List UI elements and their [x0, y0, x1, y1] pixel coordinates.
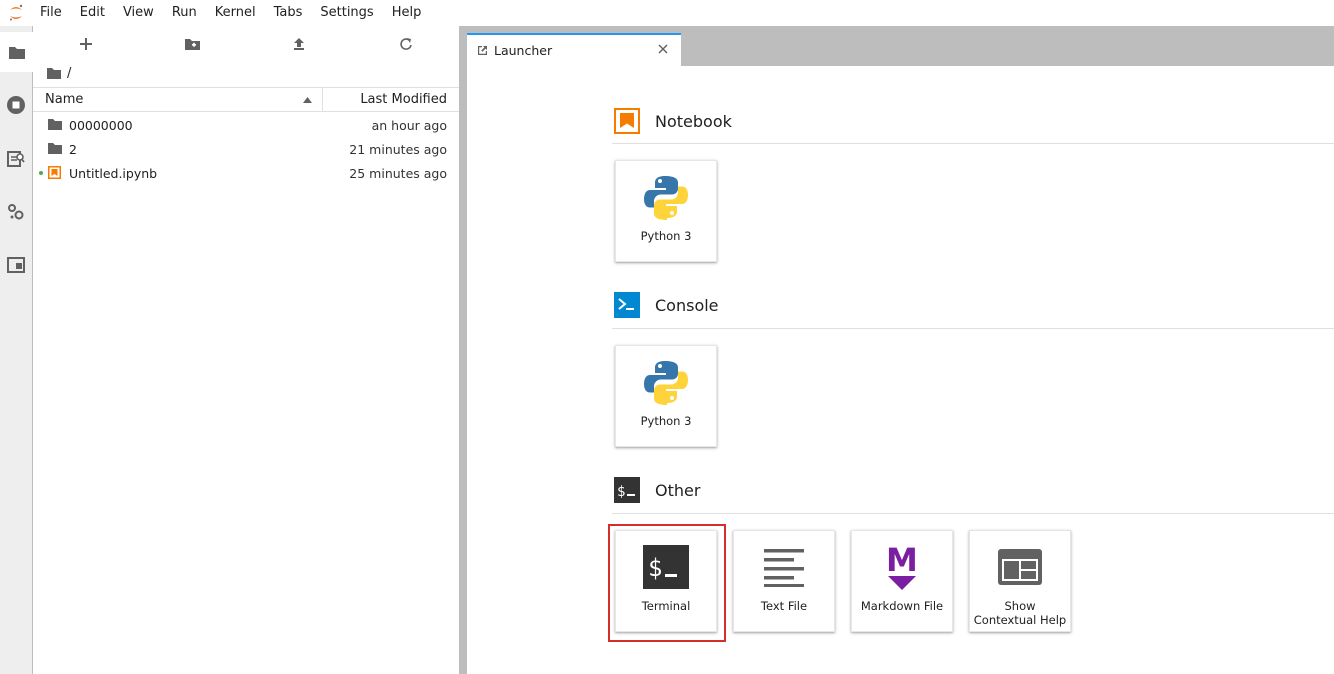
list-item[interactable]: Untitled.ipynb 25 minutes ago — [33, 161, 459, 185]
menu-kernel[interactable]: Kernel — [206, 0, 265, 26]
tab-label: Launcher — [494, 43, 553, 58]
upload-button[interactable] — [246, 26, 353, 62]
new-folder-icon — [185, 39, 201, 50]
file-name: 2 — [69, 141, 77, 157]
terminal-icon: $ — [614, 477, 640, 503]
text-file-icon — [734, 541, 834, 593]
console-python3-card[interactable]: Python 3 — [615, 345, 717, 447]
panel-splitter[interactable] — [459, 26, 467, 674]
file-name: 00000000 — [69, 117, 133, 133]
tabs-tab[interactable] — [0, 245, 32, 285]
property-inspector-tab[interactable] — [0, 192, 32, 232]
section-divider — [612, 143, 1334, 144]
commands-tab[interactable] — [0, 139, 32, 179]
file-browser-tab[interactable] — [0, 32, 33, 72]
menu-file[interactable]: File — [32, 0, 71, 26]
menu-tabs[interactable]: Tabs — [265, 0, 312, 26]
section-console: Console — [614, 292, 719, 318]
menu-edit[interactable]: Edit — [71, 0, 114, 26]
section-notebook: Notebook — [614, 108, 732, 134]
column-header-modified[interactable]: Last Modified — [323, 88, 459, 111]
activity-bar — [0, 26, 33, 674]
file-name: Untitled.ipynb — [69, 165, 158, 181]
console-icon — [614, 292, 640, 318]
notebook-icon — [614, 108, 640, 134]
menu-bar: File Edit View Run Kernel Tabs Settings … — [0, 0, 1334, 26]
contextual-help-card[interactable]: Show Contextual Help — [969, 530, 1071, 632]
jupyter-logo-icon — [0, 0, 32, 26]
markdown-icon: M — [852, 541, 952, 593]
card-label: Python 3 — [640, 414, 692, 428]
card-label: Markdown File — [860, 599, 944, 613]
svg-text:M: M — [886, 543, 918, 579]
svg-text:$: $ — [617, 484, 625, 500]
launcher-icon — [477, 45, 488, 56]
notebook-icon — [48, 166, 61, 179]
list-item[interactable]: 2 21 minutes ago — [33, 137, 459, 161]
folder-icon — [48, 119, 62, 130]
column-header-name[interactable]: Name — [33, 88, 323, 111]
running-icon — [7, 96, 25, 114]
folder-icon — [48, 143, 62, 154]
file-modified: an hour ago — [371, 117, 447, 133]
property-inspector-icon — [8, 204, 24, 220]
menu-view[interactable]: View — [114, 0, 163, 26]
menu-settings[interactable]: Settings — [311, 0, 382, 26]
tab-bar: Launcher — [467, 26, 1334, 66]
notebook-python3-card[interactable]: Python 3 — [615, 160, 717, 262]
running-indicator — [39, 171, 43, 175]
running-tab[interactable] — [0, 85, 32, 125]
card-label: Show Contextual Help — [973, 599, 1067, 627]
refresh-button[interactable] — [353, 26, 460, 62]
refresh-icon — [400, 38, 412, 50]
tab-launcher[interactable]: Launcher — [467, 33, 681, 66]
breadcrumb-root[interactable]: / — [67, 66, 71, 81]
section-divider — [612, 513, 1334, 514]
card-label: Text File — [760, 599, 808, 613]
file-list: 00000000 an hour ago 2 21 minutes ago Un… — [33, 112, 459, 185]
file-browser: / Name Last Modified 00000000 an hour ag… — [33, 26, 459, 674]
column-modified-label: Last Modified — [360, 92, 447, 107]
text-file-card[interactable]: Text File — [733, 530, 835, 632]
card-label: Python 3 — [640, 229, 692, 243]
new-folder-button[interactable] — [140, 26, 247, 62]
contextual-help-icon — [970, 541, 1070, 593]
file-list-header: Name Last Modified — [33, 87, 459, 112]
new-launcher-button[interactable] — [33, 26, 140, 62]
markdown-file-card[interactable]: M Markdown File — [851, 530, 953, 632]
column-name-label: Name — [45, 92, 84, 107]
plus-icon — [80, 38, 93, 50]
menu-help[interactable]: Help — [383, 0, 431, 26]
close-icon[interactable] — [655, 41, 671, 57]
folder-icon — [8, 46, 25, 59]
section-title: Other — [655, 480, 701, 500]
folder-icon[interactable] — [47, 67, 61, 79]
breadcrumb: / — [33, 62, 459, 84]
file-browser-toolbar — [33, 26, 459, 62]
file-modified: 21 minutes ago — [349, 141, 447, 157]
tabs-icon — [7, 257, 25, 273]
menu-run[interactable]: Run — [163, 0, 206, 26]
section-title: Notebook — [655, 111, 732, 131]
list-item[interactable]: 00000000 an hour ago — [33, 113, 459, 137]
main-area: Launcher Notebook Python 3 Console Pytho… — [467, 26, 1334, 674]
commands-icon — [7, 151, 25, 167]
section-divider — [612, 328, 1334, 329]
sort-caret-up-icon — [303, 96, 312, 103]
section-title: Console — [655, 295, 719, 315]
section-other: $ Other — [614, 477, 700, 503]
terminal-highlight-box — [608, 524, 726, 642]
python-logo-icon — [616, 171, 716, 223]
file-modified: 25 minutes ago — [349, 165, 447, 181]
python-logo-icon — [616, 356, 716, 408]
upload-icon — [294, 38, 305, 50]
